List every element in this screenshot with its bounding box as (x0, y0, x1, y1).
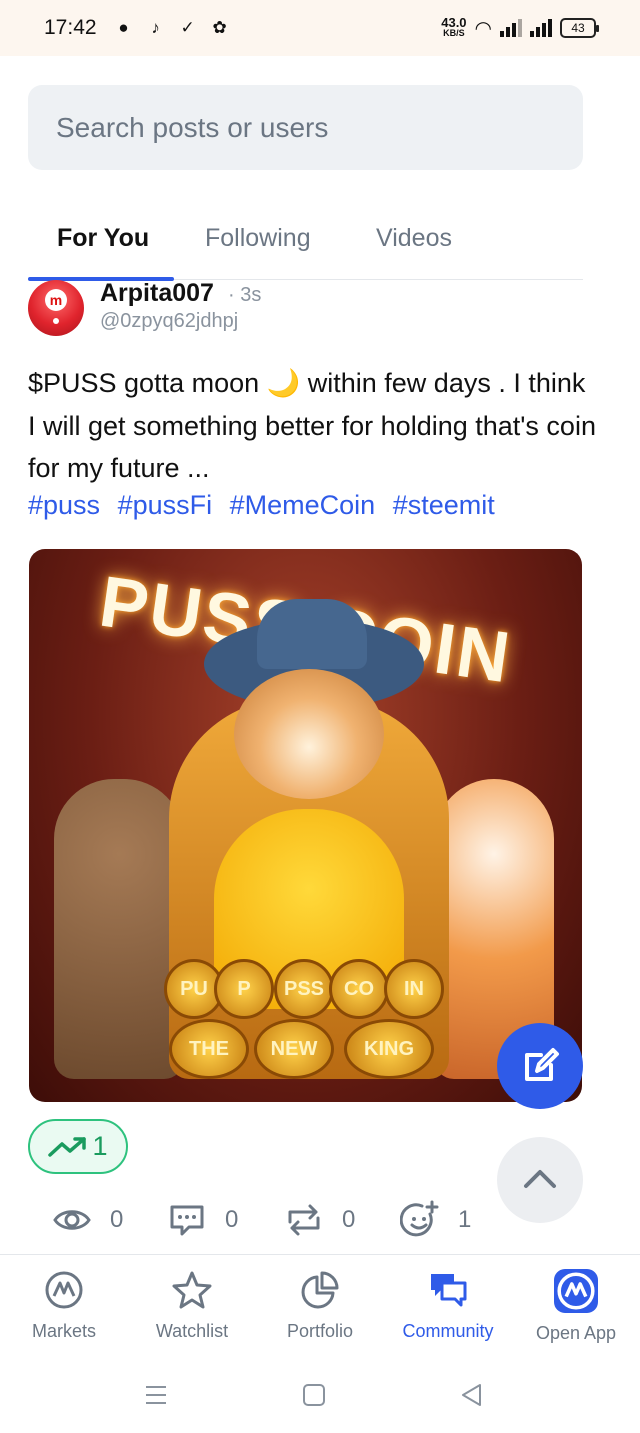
nav-open-app[interactable]: Open App (512, 1269, 640, 1344)
comments-count: 0 (225, 1206, 239, 1233)
markets-icon (45, 1271, 83, 1309)
hat-top (257, 599, 367, 669)
edit-icon (525, 1048, 559, 1081)
hashtag-link[interactable]: #pussFi (118, 490, 213, 520)
tiktok-icon: ♪ (151, 18, 160, 37)
cat-head (234, 669, 384, 799)
eye-icon (53, 1210, 91, 1230)
bottom-navigation: Markets Watchlist Portfolio Community Op… (0, 1254, 640, 1354)
comments-stat[interactable]: 0 (167, 1200, 238, 1240)
hashtag-link[interactable]: #puss (28, 490, 100, 520)
star-icon (172, 1271, 212, 1309)
add-reaction-icon (400, 1200, 439, 1237)
pinwheel-icon: ✿ (212, 18, 227, 37)
coin: KING (344, 1019, 434, 1079)
author-name[interactable]: Arpita007 (100, 279, 214, 308)
nav-open-app-label: Open App (535, 1323, 617, 1343)
reaction-stat[interactable]: 1 (400, 1200, 471, 1240)
chat-icon (431, 1274, 467, 1307)
chat-bubble-icon: ● (118, 18, 129, 37)
signal-icon-2 (530, 19, 552, 37)
tab-following[interactable]: Following (205, 224, 311, 253)
tab-for-you[interactable]: For You (57, 224, 149, 253)
coin: PSS (274, 959, 334, 1019)
nav-community[interactable]: Community (384, 1269, 512, 1342)
tab-videos[interactable]: Videos (376, 224, 452, 253)
signal-icon (500, 19, 522, 37)
hashtag-link[interactable]: #steemit (393, 490, 495, 520)
coin-logo-icon: m (45, 289, 67, 311)
author-handle[interactable]: @0zpyq62jdhpj (100, 310, 238, 333)
wifi-icon: ◠ (474, 17, 492, 40)
check-circle-icon: ✓ (180, 18, 195, 37)
repost-icon (288, 1204, 320, 1236)
nav-watchlist[interactable]: Watchlist (128, 1269, 256, 1342)
nav-markets-label: Markets (31, 1321, 96, 1341)
trending-badge[interactable]: 1 (28, 1119, 128, 1174)
comment-icon (170, 1205, 204, 1236)
system-navigation-bar (0, 1354, 640, 1433)
coin: P (214, 959, 274, 1019)
hashtags: #puss #pussFi #MemeCoin #steemit (28, 490, 505, 521)
app-logo-icon (554, 1269, 598, 1313)
coin: IN (384, 959, 444, 1019)
coin: THE (169, 1019, 249, 1079)
status-bar: 17:42 ● ♪ ✓ ✿ 43.0 KB/S ◠ 43 (0, 0, 640, 56)
trend-count: 1 (92, 1131, 108, 1161)
post-image[interactable]: PUSS COIN PU P PSS CO IN THE NEW KING (29, 549, 582, 1102)
avatar[interactable]: m (28, 280, 84, 336)
coin: NEW (254, 1019, 334, 1079)
repost-stat[interactable]: 0 (284, 1200, 355, 1240)
post-time: · 3s (228, 284, 262, 306)
feed-tabs: For You Following Videos (28, 210, 583, 281)
views-stat[interactable]: 0 (52, 1200, 123, 1240)
home-icon[interactable] (300, 1381, 328, 1409)
nav-community-label: Community (402, 1321, 494, 1341)
views-count: 0 (110, 1206, 124, 1233)
nav-watchlist-label: Watchlist (155, 1321, 229, 1341)
compose-post-button[interactable] (497, 1023, 583, 1109)
chevron-up-icon (524, 1170, 556, 1188)
scroll-to-top-button[interactable] (497, 1137, 583, 1223)
menu-icon[interactable] (142, 1381, 170, 1409)
hashtag-link[interactable]: #MemeCoin (230, 490, 376, 520)
clock: 17:42 (44, 16, 97, 39)
pie-chart-icon (301, 1271, 339, 1309)
nav-portfolio-label: Portfolio (286, 1321, 354, 1341)
coin-pile: PU P PSS CO IN THE NEW KING (159, 959, 459, 1079)
network-speed: 43.0 KB/S (441, 15, 467, 38)
battery-icon: 43 (560, 18, 599, 38)
reposts-count: 0 (342, 1206, 356, 1233)
reactions-count: 1 (458, 1206, 472, 1233)
avatar-dot (53, 318, 59, 324)
nav-markets[interactable]: Markets (0, 1269, 128, 1342)
coin: CO (329, 959, 389, 1019)
post-text: $PUSS gotta moon 🌙 within few days . I t… (28, 368, 596, 483)
trending-up-icon (48, 1136, 87, 1157)
back-icon[interactable] (458, 1381, 486, 1409)
nav-portfolio[interactable]: Portfolio (256, 1269, 384, 1342)
search-input[interactable]: Search posts or users (28, 85, 583, 170)
